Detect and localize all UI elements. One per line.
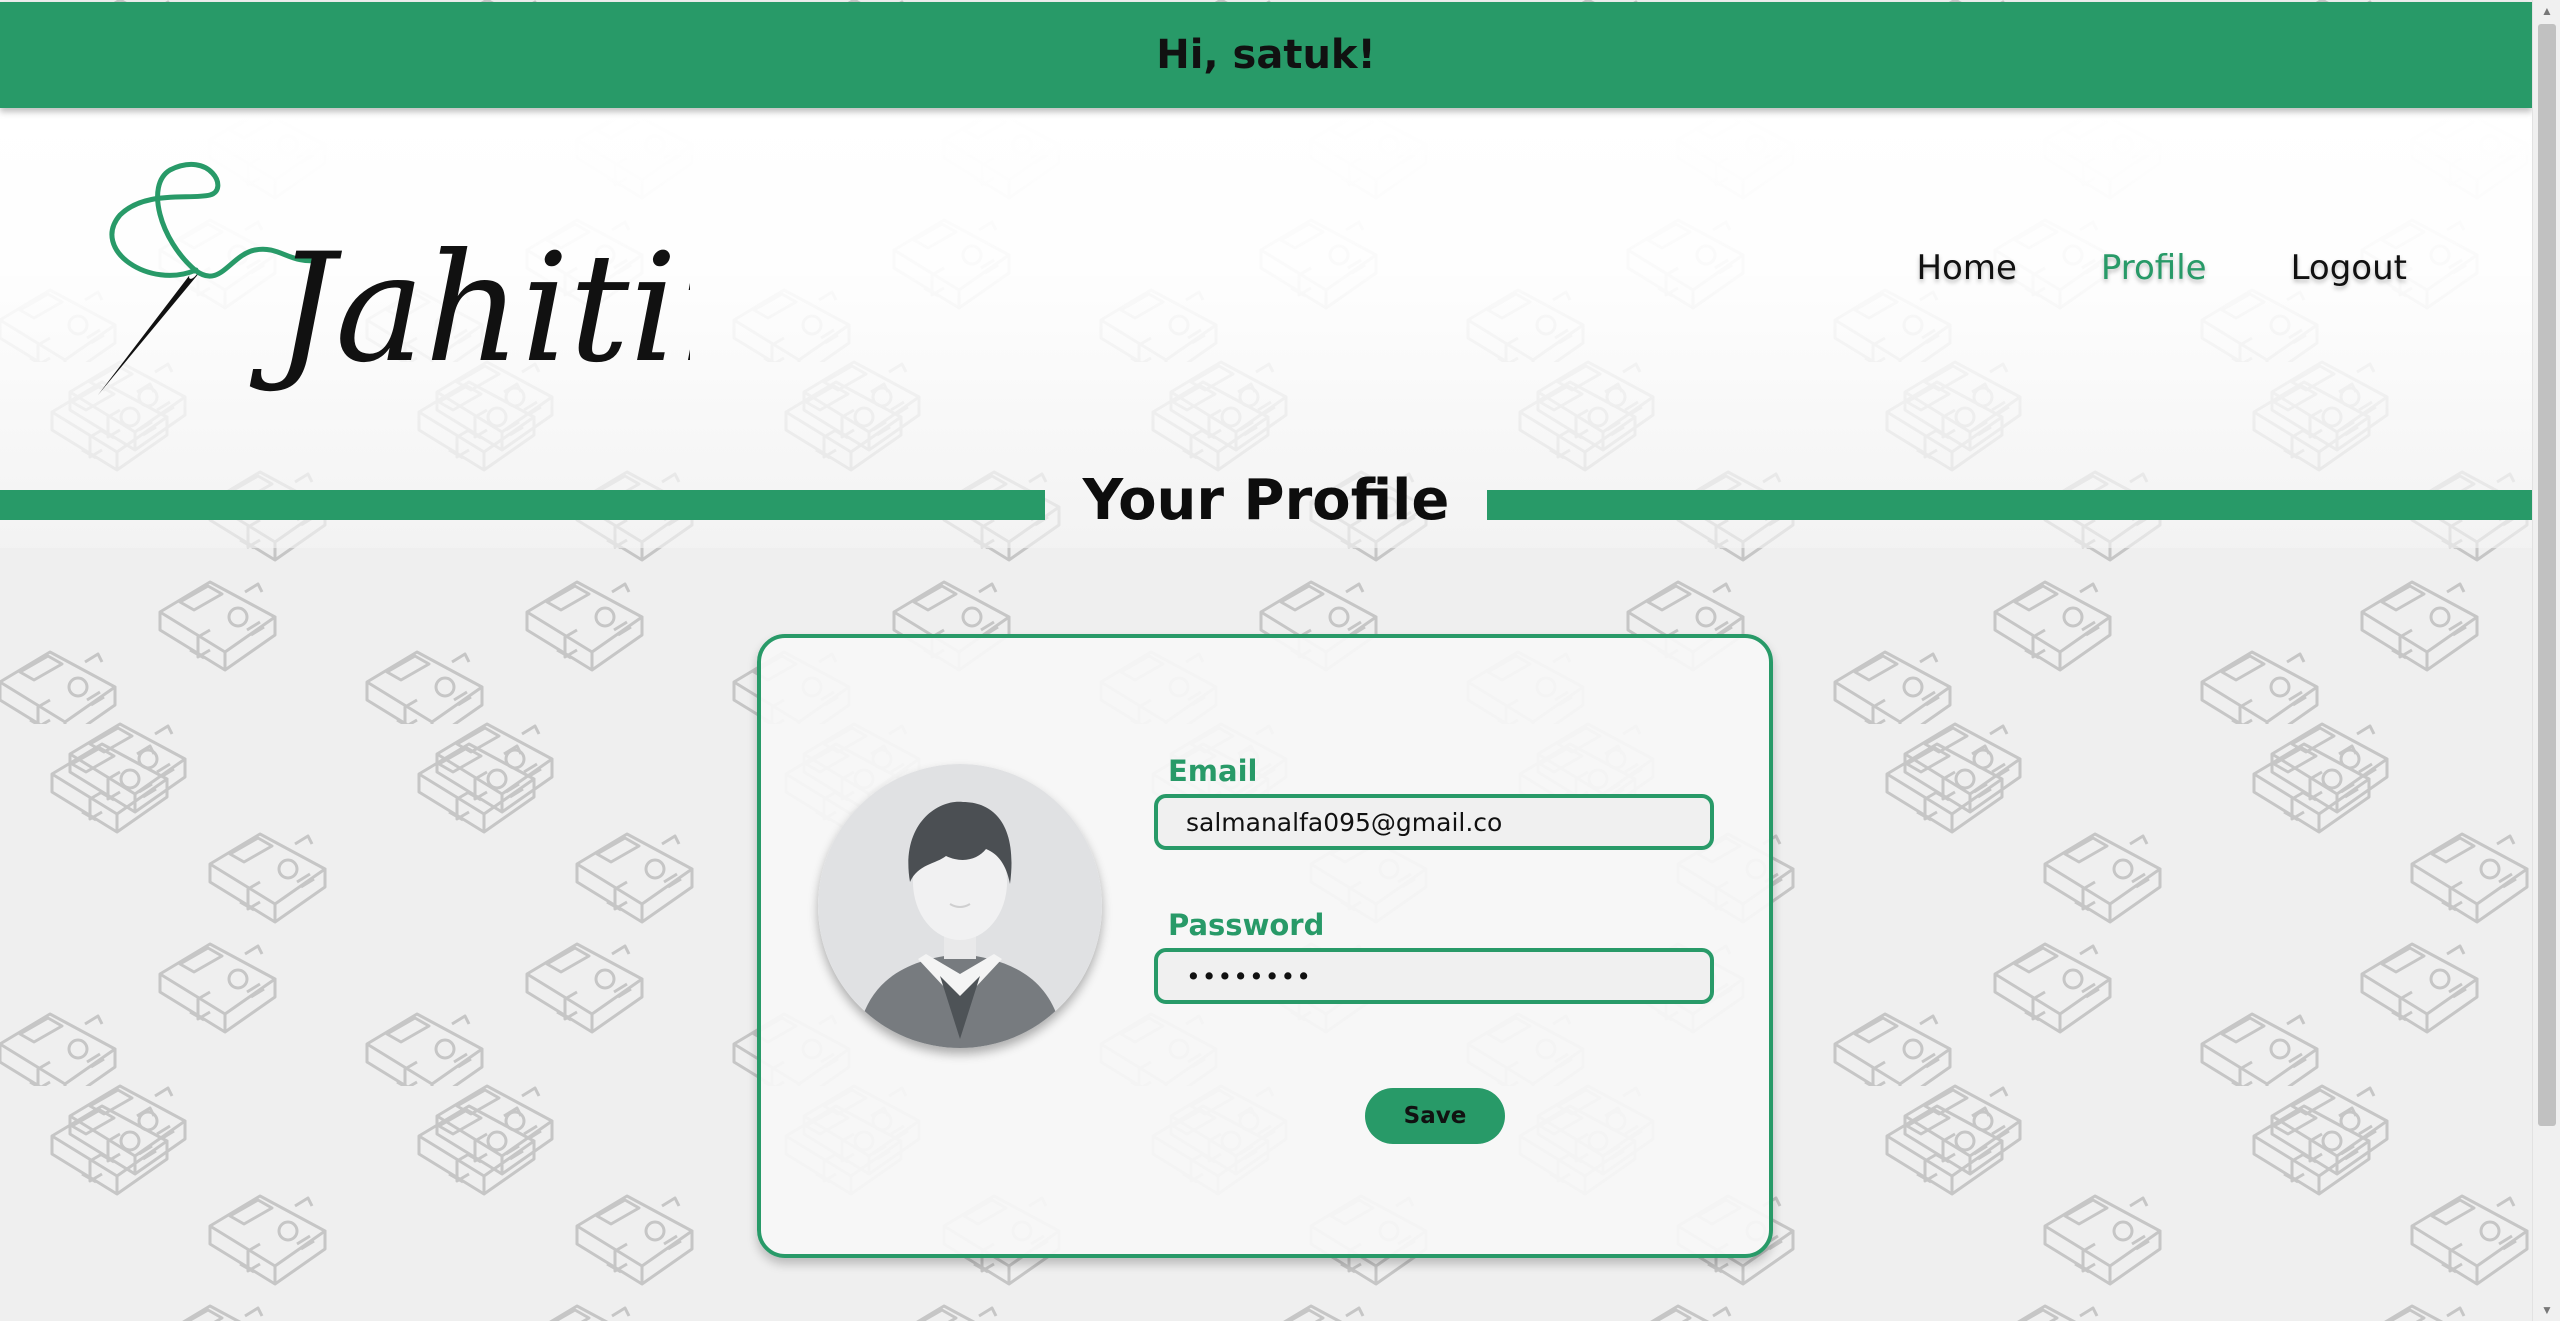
scroll-up-arrow-icon[interactable]: ▲	[2533, 0, 2560, 22]
email-label: Email	[1168, 754, 1258, 788]
avatar	[818, 764, 1102, 1048]
needle-icon	[98, 268, 200, 395]
logo-text: Jahitin	[249, 222, 690, 396]
title-divider-right	[1487, 490, 2532, 520]
page-title: Your Profile	[1082, 468, 1450, 533]
greeting-banner: Hi, satuk!	[0, 2, 2532, 108]
save-button[interactable]: Save	[1365, 1088, 1505, 1144]
email-field[interactable]	[1154, 794, 1714, 850]
nav-profile-link[interactable]: Profile	[2101, 248, 2207, 288]
password-field[interactable]	[1154, 948, 1714, 1004]
nav-home-link[interactable]: Home	[1916, 248, 2016, 288]
jahitin-logo[interactable]: Jahitin	[90, 160, 690, 420]
scrollbar-thumb[interactable]	[2538, 24, 2556, 1126]
nav-logout-link[interactable]: Logout	[2291, 248, 2407, 288]
scroll-down-arrow-icon[interactable]: ▼	[2533, 1299, 2560, 1321]
title-divider-left	[0, 490, 1045, 520]
user-avatar-icon	[818, 764, 1102, 1048]
password-label: Password	[1168, 908, 1325, 942]
main-nav: Home Profile Logout	[1916, 248, 2407, 288]
vertical-scrollbar[interactable]: ▲ ▼	[2532, 0, 2560, 1321]
greeting-text: Hi, satuk!	[1156, 32, 1376, 78]
profile-card: Email Password Save	[757, 634, 1773, 1258]
